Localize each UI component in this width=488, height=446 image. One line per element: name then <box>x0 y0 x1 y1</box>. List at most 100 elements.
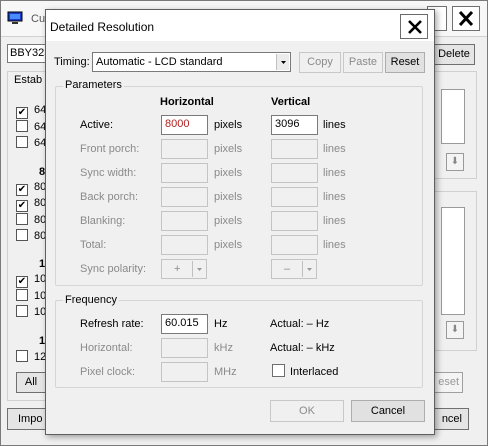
background-reset-button[interactable]: eset <box>431 372 463 393</box>
delete-button[interactable]: Delete <box>433 44 475 65</box>
vertical-unit-label: lines <box>323 143 346 155</box>
dialog-title-bar: Detailed Resolution <box>46 10 434 41</box>
vertical-value-input[interactable] <box>271 187 318 207</box>
vertical-header: Vertical <box>271 96 311 108</box>
established-list-item[interactable]: 80 <box>16 229 46 243</box>
horizontal-unit-label: pixels <box>214 191 243 203</box>
copy-button[interactable]: Copy <box>299 52 341 73</box>
established-list-item[interactable]: ✔ 64 <box>16 104 46 119</box>
checked-checkbox[interactable]: ✔ <box>16 184 28 196</box>
established-list-item[interactable]: ✔ 80 <box>16 197 46 212</box>
refresh-rate-unit: Hz <box>214 318 228 330</box>
horizontal-value-input[interactable] <box>161 163 208 183</box>
unchecked-checkbox[interactable] <box>16 289 28 301</box>
arrow-down-icon: ⬇ <box>450 324 460 335</box>
detailed-resolutions-list[interactable] <box>441 89 465 144</box>
unchecked-checkbox[interactable] <box>16 120 28 132</box>
background-close-button[interactable] <box>452 6 480 31</box>
horizontal-unit-label: pixels <box>214 239 243 251</box>
established-list-item[interactable]: 64 <box>16 136 46 150</box>
vertical-value-input[interactable] <box>271 139 318 159</box>
unchecked-checkbox[interactable] <box>16 305 28 317</box>
timing-label: Timing: <box>54 56 90 68</box>
cancel-button[interactable]: Cancel <box>351 400 425 422</box>
established-list-item[interactable]: 80 <box>16 213 46 227</box>
horizontal-polarity-select[interactable]: + <box>161 259 207 279</box>
established-list-item[interactable]: ✔ 10 <box>16 273 46 288</box>
horizontal-frequency-unit: kHz <box>214 342 233 354</box>
horizontal-value-input[interactable]: 8000 <box>161 115 208 135</box>
chevron-down-icon <box>302 261 315 277</box>
vertical-unit-label: lines <box>323 167 346 179</box>
horizontal-frequency-input[interactable] <box>161 338 208 358</box>
checked-checkbox[interactable]: ✔ <box>16 276 28 288</box>
parameter-label: Total: <box>80 239 107 251</box>
dialog-close-button[interactable] <box>400 14 428 39</box>
paste-button[interactable]: Paste <box>343 52 383 73</box>
move-down-button-2[interactable]: ⬇ <box>446 321 464 339</box>
vertical-polarity-value: – <box>284 263 291 275</box>
background-cancel-button[interactable]: ncel <box>429 408 469 430</box>
unchecked-checkbox[interactable] <box>16 350 28 362</box>
vertical-value-input[interactable] <box>271 163 318 183</box>
parameters-group <box>55 86 423 286</box>
horizontal-unit-label: pixels <box>214 119 243 131</box>
horizontal-value-input[interactable] <box>161 139 208 159</box>
established-list-item[interactable]: 64 <box>16 120 46 134</box>
all-button[interactable]: All <box>16 372 46 393</box>
chevron-down-icon <box>276 54 289 70</box>
move-down-button[interactable]: ⬇ <box>446 153 464 171</box>
vertical-value-input[interactable] <box>271 235 318 255</box>
unchecked-checkbox[interactable] <box>16 213 28 225</box>
standard-resolutions-list[interactable] <box>441 207 465 315</box>
refresh-rate-label: Refresh rate: <box>80 318 144 330</box>
close-icon <box>458 10 474 27</box>
horizontal-value-input[interactable] <box>161 187 208 207</box>
timing-select-value: Automatic - LCD standard <box>96 56 223 68</box>
horizontal-value-input[interactable] <box>161 235 208 255</box>
checked-checkbox[interactable]: ✔ <box>16 107 28 119</box>
refresh-rate-actual: Actual: – Hz <box>270 318 330 330</box>
parameter-label: Front porch: <box>80 143 140 155</box>
interlaced-label: Interlaced <box>290 366 339 378</box>
horizontal-polarity-value: + <box>174 263 181 275</box>
unchecked-checkbox[interactable] <box>16 136 28 148</box>
background-window-title: Cu <box>31 13 46 25</box>
unchecked-checkbox[interactable] <box>16 229 28 241</box>
horizontal-unit-label: pixels <box>214 215 243 227</box>
parameter-label: Back porch: <box>80 191 139 203</box>
established-list-item[interactable]: 12 <box>16 350 46 364</box>
display-select[interactable]: BBY323 <box>7 44 47 63</box>
horizontal-frequency-actual: Actual: – kHz <box>270 342 335 354</box>
timing-select[interactable]: Automatic - LCD standard <box>92 52 291 72</box>
horizontal-unit-label: pixels <box>214 167 243 179</box>
vertical-unit-label: lines <box>323 191 346 203</box>
ok-button[interactable]: OK <box>270 400 344 422</box>
checked-checkbox[interactable]: ✔ <box>16 200 28 212</box>
vertical-polarity-select[interactable]: – <box>271 259 317 279</box>
horizontal-frequency-label: Horizontal: <box>80 342 133 354</box>
horizontal-value-input[interactable] <box>161 211 208 231</box>
established-list-item[interactable]: 10 <box>16 289 46 303</box>
vertical-value-input[interactable]: 3096 <box>271 115 318 135</box>
vertical-value-input[interactable] <box>271 211 318 231</box>
dialog-title: Detailed Resolution <box>50 20 155 34</box>
vertical-unit-label: lines <box>323 239 346 251</box>
reset-button[interactable]: Reset <box>385 52 425 73</box>
frequency-group-label: Frequency <box>63 294 119 306</box>
refresh-rate-input[interactable]: 60.015 <box>161 314 208 334</box>
horizontal-unit-label: pixels <box>214 143 243 155</box>
pixel-clock-input[interactable] <box>161 362 208 382</box>
pixel-clock-unit: MHz <box>214 366 237 378</box>
pixel-clock-label: Pixel clock: <box>80 366 136 378</box>
established-list-item[interactable]: ✔ 80 <box>16 181 46 196</box>
established-list-item[interactable]: 10 <box>16 305 46 319</box>
vertical-unit-label: lines <box>323 215 346 227</box>
arrow-down-icon: ⬇ <box>450 156 460 167</box>
parameter-label: Active: <box>80 119 114 131</box>
close-icon <box>408 20 422 34</box>
interlaced-checkbox[interactable] <box>272 364 285 377</box>
chevron-down-icon <box>192 261 205 277</box>
established-group-label: Estab <box>14 74 43 86</box>
import-button[interactable]: Impo <box>7 408 47 430</box>
